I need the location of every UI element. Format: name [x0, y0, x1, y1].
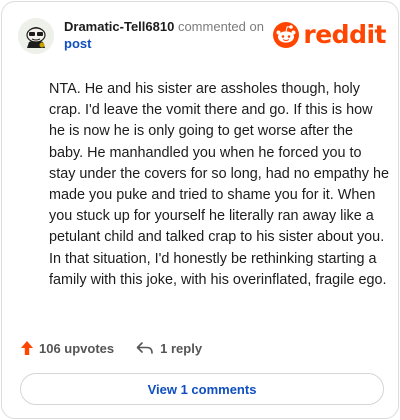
upvote-arrow-icon	[21, 341, 33, 355]
commented-on-text: commented on	[177, 19, 264, 34]
snoo-avatar-icon	[18, 18, 54, 54]
post-link[interactable]: post	[64, 35, 264, 52]
view-comments-button[interactable]: View 1 comments	[20, 373, 384, 405]
reply-arrow-icon	[136, 342, 153, 354]
reddit-wordmark: reddit	[303, 20, 386, 49]
reddit-snoo-icon	[273, 22, 300, 48]
comment-body: NTA. He and his sister are assholes thou…	[49, 81, 389, 288]
comment-footer: 106 upvotes 1 reply	[20, 336, 384, 360]
upvotes-count: 106 upvotes	[39, 340, 115, 356]
comment-meta: Dramatic-Tell6810 commented on post	[64, 18, 264, 52]
comment-card: Dramatic-Tell6810 commented on post redd…	[1, 1, 399, 419]
comment-header: Dramatic-Tell6810 commented on post redd…	[18, 16, 386, 56]
replies-count: 1 reply	[160, 340, 203, 356]
upvote-button[interactable]: 106 upvotes	[20, 340, 114, 356]
reddit-logo[interactable]: reddit	[273, 20, 386, 50]
username-link[interactable]: Dramatic-Tell6810	[64, 19, 174, 34]
user-avatar[interactable]	[18, 18, 54, 54]
reply-button[interactable]: 1 reply	[136, 341, 202, 356]
